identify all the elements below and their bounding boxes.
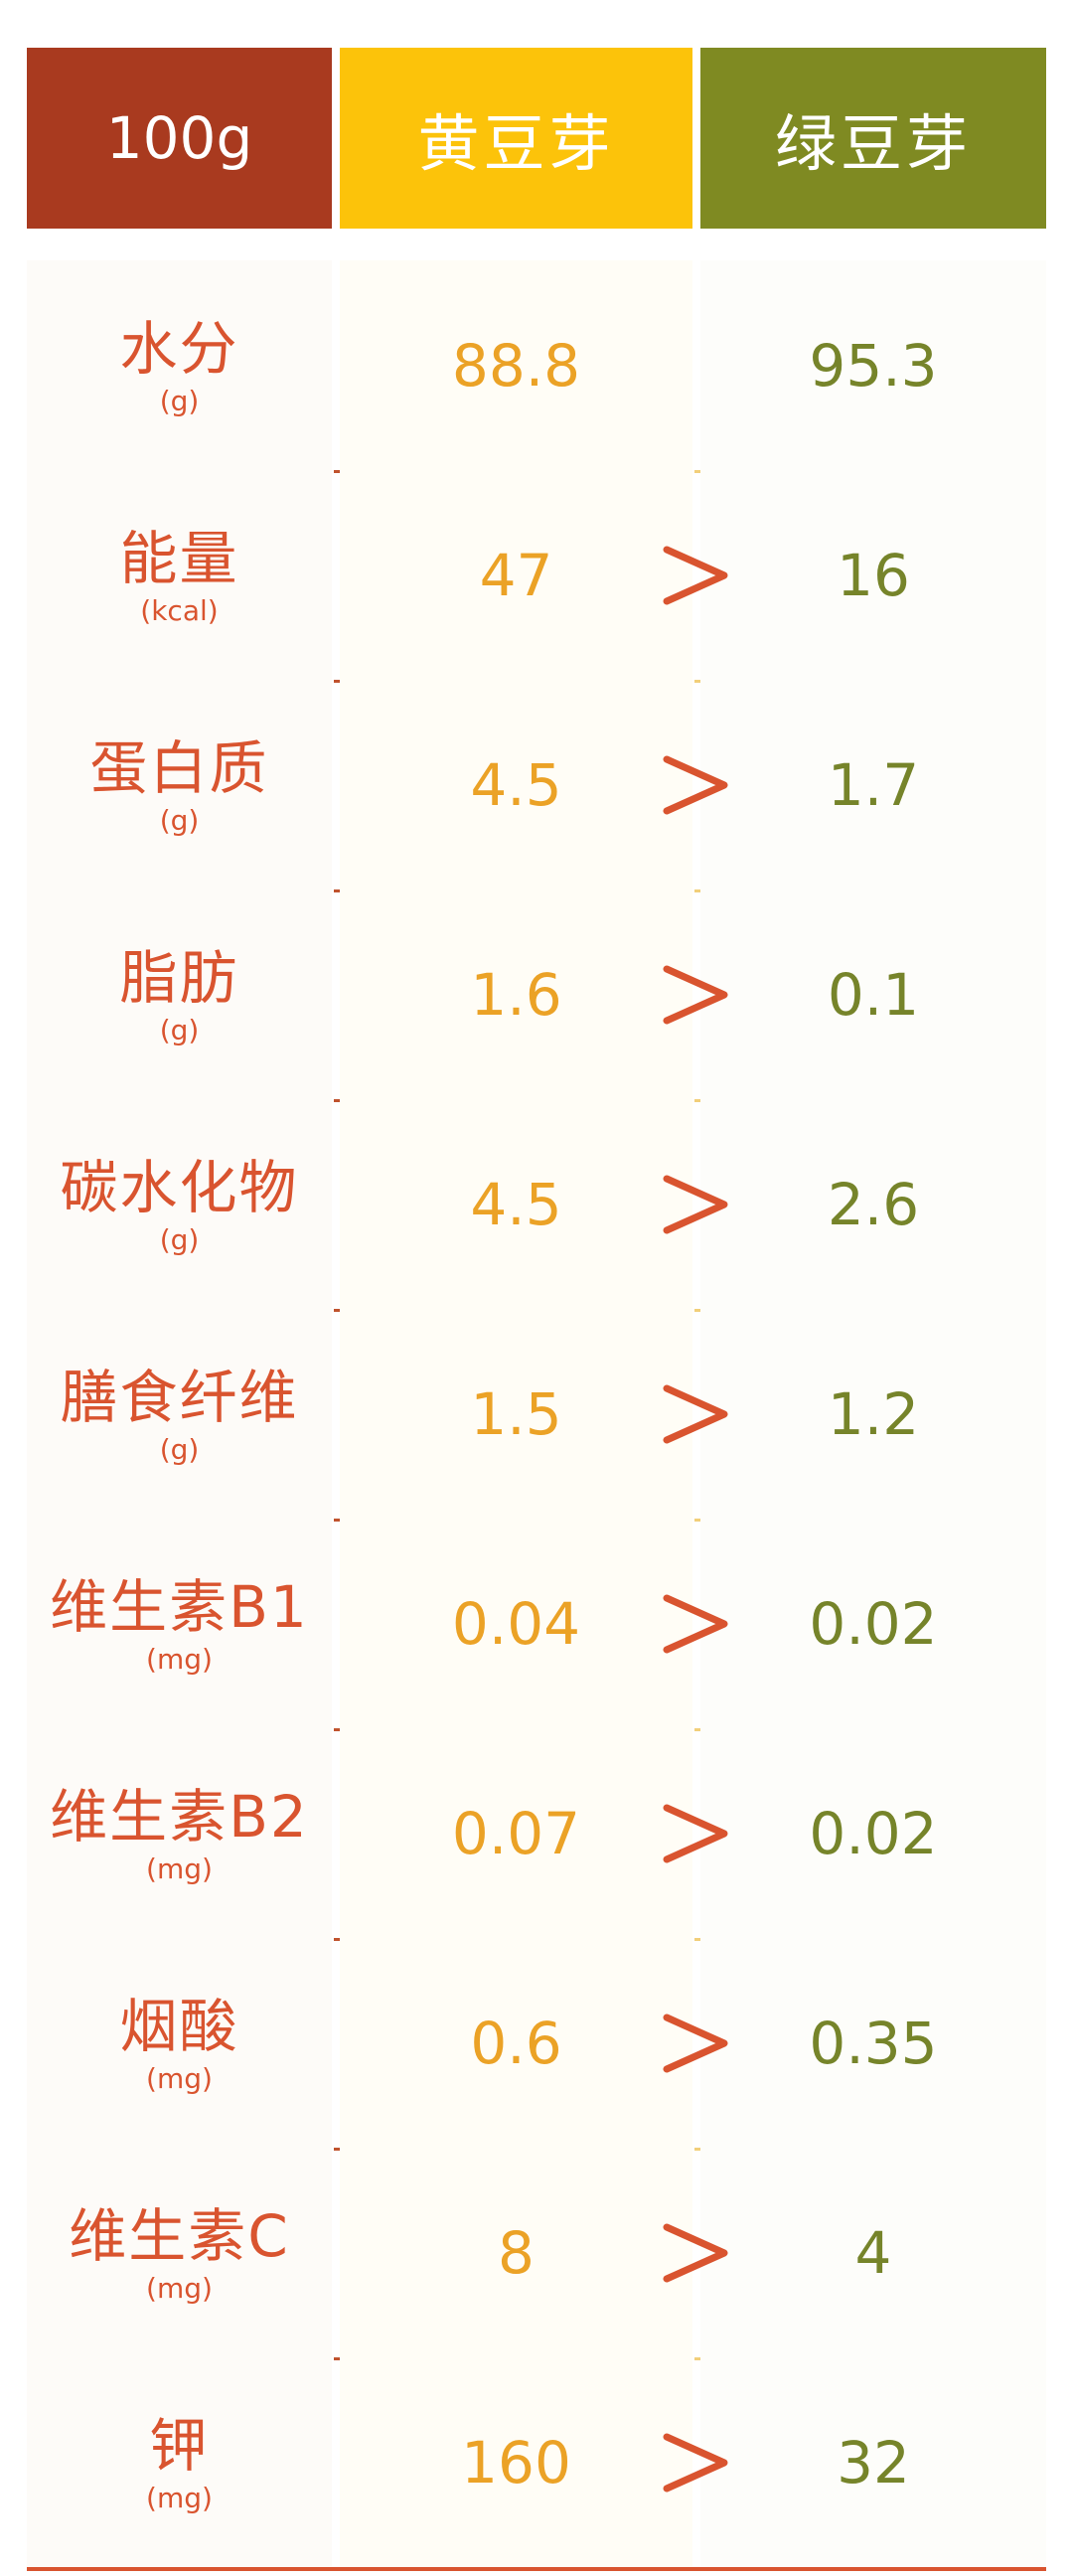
mung-bean-value: 16 bbox=[837, 541, 910, 609]
soybean-value: 0.04 bbox=[451, 1589, 581, 1658]
greater-than-glyph bbox=[663, 546, 728, 604]
table-header: 100g 黄豆芽 绿豆芽 bbox=[27, 48, 1046, 229]
header-basis: 100g bbox=[27, 48, 332, 229]
soybean-value: 0.07 bbox=[451, 1799, 581, 1867]
soybean-value: 0.6 bbox=[470, 2009, 562, 2077]
greater-than-icon bbox=[651, 1938, 740, 2148]
nutrient-name: 烟酸 bbox=[119, 1992, 239, 2060]
greater-than-icon bbox=[651, 1728, 740, 1938]
table-row: 维生素C (mg) 8 4 bbox=[0, 2148, 1073, 2360]
greater-than-icon bbox=[651, 2148, 740, 2357]
header-soybean-sprouts: 黄豆芽 bbox=[340, 48, 692, 229]
nutrient-name: 钾 bbox=[149, 2411, 210, 2480]
greater-than-glyph bbox=[663, 1804, 728, 1862]
greater-than-icon bbox=[651, 1309, 740, 1519]
divider-segment bbox=[27, 2567, 340, 2571]
nutrient-name: 蛋白质 bbox=[89, 733, 269, 802]
mung-bean-value: 4 bbox=[854, 2218, 892, 2287]
nutrient-name: 脂肪 bbox=[119, 943, 239, 1012]
greater-than-icon bbox=[651, 680, 740, 889]
greater-than-glyph bbox=[663, 2223, 728, 2282]
soybean-value: 47 bbox=[479, 541, 553, 609]
nutrient-unit: (mg) bbox=[146, 1642, 213, 1676]
nutrient-unit: (g) bbox=[159, 1013, 200, 1046]
soybean-value: 88.8 bbox=[451, 331, 581, 400]
soybean-value: 4.5 bbox=[470, 750, 562, 819]
nutrient-label: 碳水化物 (g) bbox=[27, 1099, 332, 1309]
table-row: 水分 (g) 88.8 95.3 bbox=[0, 260, 1073, 473]
mung-bean-value: 1.7 bbox=[827, 750, 920, 819]
mung-bean-value: 95.3 bbox=[809, 331, 938, 400]
table-row: 烟酸 (mg) 0.6 0.35 bbox=[0, 1938, 1073, 2151]
table-row: 能量 (kcal) 47 16 bbox=[0, 470, 1073, 683]
nutrient-label: 维生素B1 (mg) bbox=[27, 1519, 332, 1728]
table-row: 脂肪 (g) 1.6 0.1 bbox=[0, 889, 1073, 1102]
greater-than-glyph bbox=[663, 965, 728, 1024]
nutrient-label: 蛋白质 (g) bbox=[27, 680, 332, 889]
nutrient-name: 水分 bbox=[119, 314, 239, 383]
soybean-value: 8 bbox=[498, 2218, 535, 2287]
nutrient-name: 能量 bbox=[119, 524, 239, 592]
greater-than-glyph bbox=[663, 2013, 728, 2072]
table-row: 蛋白质 (g) 4.5 1.7 bbox=[0, 680, 1073, 892]
nutrient-label: 水分 (g) bbox=[27, 260, 332, 470]
divider-segment bbox=[340, 2567, 700, 2571]
table-row: 钾 (mg) 160 32 bbox=[0, 2357, 1073, 2571]
greater-than-icon bbox=[651, 889, 740, 1099]
nutrient-name: 维生素B1 bbox=[50, 1572, 309, 1641]
mung-bean-value: 0.35 bbox=[809, 2009, 938, 2077]
mung-bean-value: 0.02 bbox=[809, 1589, 938, 1658]
nutrient-label: 维生素B2 (mg) bbox=[27, 1728, 332, 1938]
nutrient-label: 维生素C (mg) bbox=[27, 2148, 332, 2357]
greater-than-icon bbox=[651, 2357, 740, 2567]
nutrient-unit: (mg) bbox=[146, 2061, 213, 2095]
greater-than-glyph bbox=[663, 2433, 728, 2492]
nutrient-unit: (g) bbox=[159, 1222, 200, 1256]
nutrient-name: 膳食纤维 bbox=[60, 1363, 299, 1431]
soybean-value: 160 bbox=[461, 2428, 571, 2496]
header-mung-bean-sprouts: 绿豆芽 bbox=[700, 48, 1046, 229]
nutrient-unit: (mg) bbox=[146, 1852, 213, 1885]
nutrient-unit: (kcal) bbox=[140, 593, 219, 627]
nutrient-unit: (g) bbox=[159, 384, 200, 417]
greater-than-glyph bbox=[663, 1384, 728, 1443]
soybean-value: 1.5 bbox=[470, 1379, 562, 1448]
greater-than-icon bbox=[651, 470, 740, 680]
nutrient-unit: (g) bbox=[159, 803, 200, 837]
table-row: 维生素B1 (mg) 0.04 0.02 bbox=[0, 1519, 1073, 1731]
mung-bean-value: 0.1 bbox=[827, 960, 920, 1029]
mung-bean-value: 32 bbox=[837, 2428, 910, 2496]
greater-than-icon bbox=[651, 1519, 740, 1728]
mung-bean-value: 0.02 bbox=[809, 1799, 938, 1867]
nutrient-name: 维生素B2 bbox=[50, 1782, 309, 1851]
mung-bean-value: 2.6 bbox=[827, 1170, 920, 1238]
greater-than-icon bbox=[651, 1099, 740, 1309]
table-body: 水分 (g) 88.8 95.3 能量 (kcal) 47 16 蛋白质 (g) 4.5 1.7 脂肪(… bbox=[0, 260, 1073, 2571]
divider-segment bbox=[700, 2567, 1046, 2571]
mung-bean-value: 1.2 bbox=[827, 1379, 920, 1448]
nutrient-unit: (mg) bbox=[146, 2481, 213, 2514]
greater-than-glyph bbox=[663, 1175, 728, 1233]
soybean-value: 4.5 bbox=[470, 1170, 562, 1238]
soybean-value: 1.6 bbox=[470, 960, 562, 1029]
greater-than-glyph bbox=[663, 1594, 728, 1653]
nutrient-label: 钾 (mg) bbox=[27, 2357, 332, 2567]
table-row: 膳食纤维 (g) 1.5 1.2 bbox=[0, 1309, 1073, 1522]
table-row: 维生素B2 (mg) 0.07 0.02 bbox=[0, 1728, 1073, 1941]
nutrition-comparison-table: 100g 黄豆芽 绿豆芽 水分 (g) 88.8 95.3 能量 (kcal) 47 16 蛋白… bbox=[0, 0, 1073, 2576]
nutrient-label: 脂肪 (g) bbox=[27, 889, 332, 1099]
nutrient-name: 维生素C bbox=[69, 2201, 290, 2270]
nutrient-unit: (g) bbox=[159, 1432, 200, 1466]
nutrient-label: 烟酸 (mg) bbox=[27, 1938, 332, 2148]
nutrient-unit: (mg) bbox=[146, 2271, 213, 2305]
nutrient-label: 膳食纤维 (g) bbox=[27, 1309, 332, 1519]
table-row: 碳水化物 (g) 4.5 2.6 bbox=[0, 1099, 1073, 1312]
nutrient-label: 能量 (kcal) bbox=[27, 470, 332, 680]
greater-than-glyph bbox=[663, 755, 728, 814]
nutrient-name: 碳水化物 bbox=[60, 1153, 299, 1221]
